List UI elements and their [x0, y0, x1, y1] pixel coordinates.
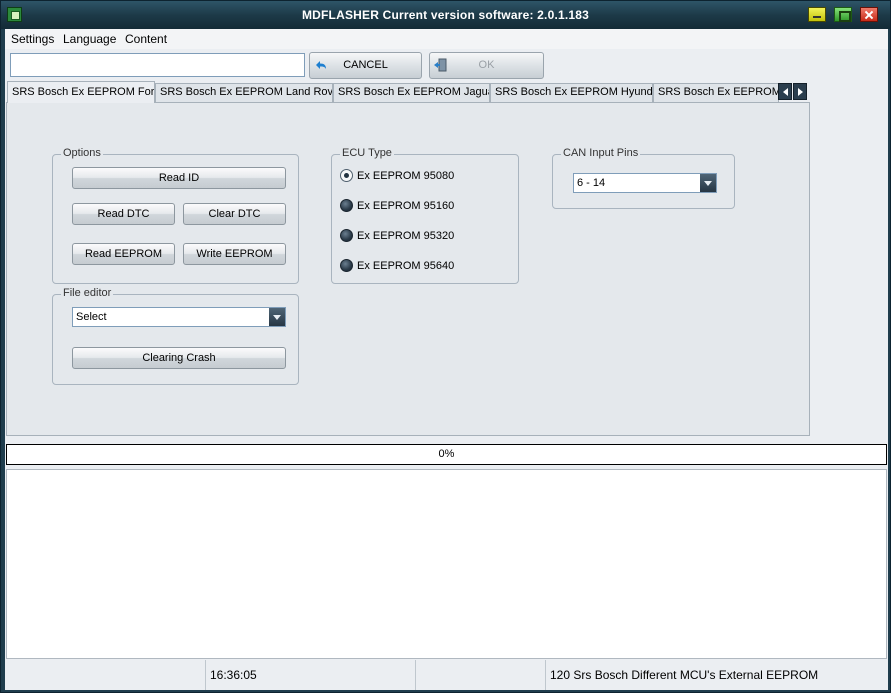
tab-hyundai[interactable]: SRS Bosch Ex EEPROM Hyundai: [490, 83, 653, 102]
can-input-select[interactable]: 6 - 14: [573, 173, 717, 193]
options-title: Options: [61, 147, 103, 159]
write-eeprom-button[interactable]: Write EEPROM: [183, 243, 286, 265]
ok-button[interactable]: OK: [429, 52, 544, 79]
tab-jaguar[interactable]: SRS Bosch Ex EEPROM Jaguar: [333, 83, 490, 102]
window-title: MDFLASHER Current version software: 2.0.…: [301, 8, 590, 22]
menu-bar: Settings Language Content: [5, 29, 888, 49]
status-cell-1: [5, 660, 205, 690]
radio-unchecked-icon[interactable]: [340, 229, 353, 242]
tab-m[interactable]: SRS Bosch Ex EEPROM M: [653, 83, 779, 102]
tab-scroll-left-button[interactable]: [778, 83, 792, 100]
tab-ford[interactable]: SRS Bosch Ex EEPROM Ford: [7, 81, 155, 103]
close-button[interactable]: [860, 7, 878, 22]
ecu-radio-label: Ex EEPROM 95160: [357, 200, 455, 212]
menu-content[interactable]: Content: [125, 32, 167, 46]
tab-panel: Options Read ID Read DTC Clear DTC Read …: [6, 102, 810, 436]
progress-text: 0%: [438, 448, 455, 460]
read-id-button[interactable]: Read ID: [72, 167, 286, 189]
log-output[interactable]: [6, 469, 887, 659]
clear-dtc-button[interactable]: Clear DTC: [183, 203, 286, 225]
can-input-value: 6 - 14: [577, 177, 606, 189]
undo-arrow-icon: [316, 61, 326, 69]
command-input[interactable]: [10, 53, 305, 77]
file-editor-select-value: Select: [76, 311, 107, 323]
can-input-title: CAN Input Pins: [561, 147, 641, 159]
ecu-type-group: ECU Type Ex EEPROM 95080 Ex EEPROM 95160…: [331, 147, 519, 284]
read-eeprom-button[interactable]: Read EEPROM: [72, 243, 175, 265]
arrow-right-icon: [798, 88, 803, 96]
status-bar: 16:36:05 120 Srs Bosch Different MCU's E…: [5, 660, 888, 690]
menu-language[interactable]: Language: [63, 32, 116, 46]
exit-door-icon: [434, 58, 447, 72]
cancel-button[interactable]: CANCEL: [309, 52, 422, 79]
ecu-radio-label: Ex EEPROM 95080: [357, 170, 455, 182]
cancel-label: CANCEL: [343, 59, 388, 71]
status-time: 16:36:05: [205, 660, 415, 690]
dropdown-arrow-icon[interactable]: [269, 308, 285, 326]
maximize-button[interactable]: [834, 7, 852, 22]
client-area: Settings Language Content CANCEL OK SRS …: [5, 29, 888, 690]
menu-settings[interactable]: Settings: [11, 32, 54, 46]
radio-unchecked-icon[interactable]: [340, 259, 353, 272]
ecu-radio-label: Ex EEPROM 95320: [357, 230, 455, 242]
dropdown-arrow-icon[interactable]: [700, 174, 716, 192]
app-window: MDFLASHER Current version software: 2.0.…: [0, 0, 891, 693]
read-dtc-button[interactable]: Read DTC: [72, 203, 175, 225]
file-editor-group: File editor Select Clearing Crash: [52, 287, 299, 385]
clearing-crash-button[interactable]: Clearing Crash: [72, 347, 286, 369]
status-cell-3: [415, 660, 545, 690]
progress-bar: 0%: [6, 444, 887, 465]
status-description: 120 Srs Bosch Different MCU's External E…: [545, 660, 888, 690]
can-input-group: CAN Input Pins 6 - 14: [552, 147, 735, 209]
arrow-left-icon: [783, 88, 788, 96]
file-editor-title: File editor: [61, 287, 114, 299]
tab-scroll-right-button[interactable]: [793, 83, 807, 100]
ecu-type-title: ECU Type: [340, 147, 394, 159]
radio-checked-icon[interactable]: [340, 169, 353, 182]
ecu-radio-label: Ex EEPROM 95640: [357, 260, 455, 272]
title-bar[interactable]: MDFLASHER Current version software: 2.0.…: [1, 1, 890, 29]
tab-bar: SRS Bosch Ex EEPROM Ford SRS Bosch Ex EE…: [5, 81, 888, 103]
tab-land-rover[interactable]: SRS Bosch Ex EEPROM Land Rover: [155, 83, 333, 102]
minimize-button[interactable]: [808, 7, 826, 22]
ok-label: OK: [478, 59, 495, 71]
options-group: Options Read ID Read DTC Clear DTC Read …: [52, 147, 299, 284]
file-editor-select[interactable]: Select: [72, 307, 286, 327]
radio-unchecked-icon[interactable]: [340, 199, 353, 212]
